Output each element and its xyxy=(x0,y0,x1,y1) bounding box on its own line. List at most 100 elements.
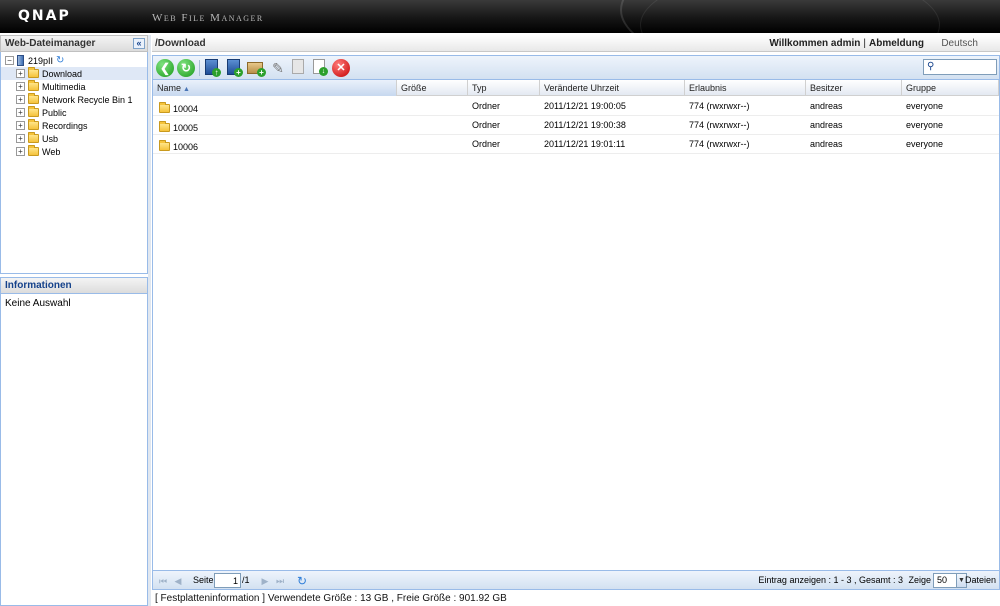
expand-toggle-icon[interactable]: + xyxy=(16,134,25,143)
column-header-label: Typ xyxy=(472,83,487,93)
pagination-bar: ⏮ ◀ Seite /1 ▶ ⏭ ↻ Eintrag anzeigen : 1 … xyxy=(152,570,1000,590)
refresh-icon[interactable]: ↻ xyxy=(297,574,307,588)
refresh-icon[interactable]: ↻ xyxy=(177,59,195,77)
tree-item-label: Download xyxy=(42,68,83,79)
files-label: Dateien xyxy=(964,575,996,585)
column-header-label: Erlaubnis xyxy=(689,83,727,93)
cell-name-label: 10006 xyxy=(173,141,199,152)
table-row[interactable]: 10005 Ordner 2011/12/21 19:00:38 774 (rw… xyxy=(153,116,999,135)
cell-name: 10004 xyxy=(155,97,395,116)
prev-page-icon[interactable]: ◀ xyxy=(172,575,184,587)
column-header-owner[interactable]: Besitzer xyxy=(806,80,902,96)
collapse-panel-button[interactable]: « xyxy=(133,38,145,49)
column-header-type[interactable]: Typ xyxy=(468,80,540,96)
cell-type: Ordner xyxy=(472,139,501,149)
logout-link[interactable]: Abmeldung xyxy=(869,38,924,49)
cell-name: 10005 xyxy=(155,116,395,135)
expand-toggle-icon[interactable]: + xyxy=(16,147,25,156)
cell-size xyxy=(397,97,468,116)
cell-modified: 2011/12/21 19:00:38 xyxy=(544,120,626,130)
tree-root-label: 219pII xyxy=(28,55,54,66)
cell-group: everyone xyxy=(906,139,944,149)
page-size-select[interactable]: 50 ▼ xyxy=(933,573,967,588)
cell-size xyxy=(397,135,468,154)
tree-item-download[interactable]: + Download xyxy=(1,67,147,80)
expand-toggle-icon[interactable]: + xyxy=(16,69,25,78)
cell-group: everyone xyxy=(906,120,944,130)
cell-permission: 774 (rwxrwxr--) xyxy=(689,101,750,111)
qnap-logo: QNAP xyxy=(18,8,71,24)
tree-item-recordings[interactable]: + Recordings xyxy=(1,119,147,132)
expand-toggle-icon[interactable]: + xyxy=(16,95,25,104)
expand-toggle-icon[interactable]: + xyxy=(16,108,25,117)
welcome-area: Willkommen admin | Abmeldung xyxy=(769,35,924,52)
table-row[interactable]: 10004 Ordner 2011/12/21 19:00:05 774 (rw… xyxy=(153,97,999,116)
folder-icon xyxy=(159,102,170,113)
info-panel-body: Keine Auswahl xyxy=(0,294,148,606)
column-header-permission[interactable]: Erlaubnis xyxy=(685,80,806,96)
column-header-label: Name xyxy=(157,83,182,93)
left-panel: Web-Dateimanager « − 219pII ↻ + Download… xyxy=(0,35,148,606)
tree-item-public[interactable]: + Public xyxy=(1,106,147,119)
info-panel-title: Informationen xyxy=(5,280,72,291)
page-total: /1 xyxy=(242,575,250,585)
folder-icon xyxy=(28,80,39,91)
cell-modified: 2011/12/21 19:00:05 xyxy=(544,101,626,111)
tree-root[interactable]: − 219pII ↻ xyxy=(1,54,147,67)
cell-group: everyone xyxy=(906,101,944,111)
tree-item-label: Recordings xyxy=(42,120,88,131)
table-row[interactable]: 10006 Ordner 2011/12/21 19:01:11 774 (rw… xyxy=(153,135,999,154)
cell-name: 10006 xyxy=(155,135,395,154)
cell-permission: 774 (rwxrwxr--) xyxy=(689,120,750,130)
last-page-icon[interactable]: ⏭ xyxy=(274,575,286,587)
current-path: /Download xyxy=(155,38,206,49)
panel-splitter[interactable] xyxy=(148,35,151,606)
header-decoration xyxy=(640,0,940,33)
tree-item-label: Public xyxy=(42,107,67,118)
toolbar-separator xyxy=(199,60,200,76)
expand-toggle-icon[interactable]: + xyxy=(16,82,25,91)
tree-panel-header: Web-Dateimanager « xyxy=(0,35,148,52)
column-header-modified[interactable]: Veränderte Uhrzeit xyxy=(540,80,685,96)
delete-icon[interactable]: ✕ xyxy=(332,59,350,77)
download-icon[interactable]: ↓ xyxy=(310,59,328,77)
server-icon xyxy=(17,55,24,66)
column-header-label: Besitzer xyxy=(810,83,843,93)
back-icon[interactable]: ❮ xyxy=(156,59,174,77)
app-header: QNAP Web File Manager xyxy=(0,0,1000,33)
next-page-icon[interactable]: ▶ xyxy=(259,575,271,587)
file-grid: Name ▲ Größe Typ Veränderte Uhrzeit Erlau… xyxy=(152,80,1000,570)
cell-owner: andreas xyxy=(810,139,843,149)
app-title: Web File Manager xyxy=(152,12,264,24)
collapse-toggle-icon[interactable]: − xyxy=(5,56,14,65)
page-size-label: Zeige xyxy=(908,575,931,585)
page-number-input[interactable] xyxy=(214,573,241,588)
cell-size xyxy=(397,116,468,135)
folder-icon xyxy=(28,93,39,104)
refresh-icon[interactable]: ↻ xyxy=(56,55,64,66)
search-icon: ⚲ xyxy=(927,61,935,72)
rename-icon[interactable]: ✎ xyxy=(269,59,287,77)
tree-item-web[interactable]: + Web xyxy=(1,145,147,158)
new-file-icon[interactable]: + xyxy=(225,59,243,77)
column-header-name[interactable]: Name ▲ xyxy=(153,80,397,96)
first-page-icon[interactable]: ⏮ xyxy=(157,575,169,587)
search-box[interactable]: ⚲ xyxy=(923,59,997,75)
tree-item-usb[interactable]: + Usb xyxy=(1,132,147,145)
expand-toggle-icon[interactable]: + xyxy=(16,121,25,130)
tree-item-network-recycle-bin[interactable]: + Network Recycle Bin 1 xyxy=(1,93,147,106)
column-header-group[interactable]: Gruppe xyxy=(902,80,999,96)
copy-icon[interactable] xyxy=(289,59,307,77)
grid-header: Name ▲ Größe Typ Veränderte Uhrzeit Erlau… xyxy=(153,80,999,96)
tree-item-multimedia[interactable]: + Multimedia xyxy=(1,80,147,93)
search-input[interactable] xyxy=(938,60,994,74)
language-selector[interactable]: Deutsch xyxy=(941,35,978,52)
cell-owner: andreas xyxy=(810,101,843,111)
upload-icon[interactable]: ↑ xyxy=(203,59,221,77)
folder-icon xyxy=(159,121,170,132)
cell-type: Ordner xyxy=(472,101,501,111)
new-folder-icon[interactable]: + xyxy=(247,59,266,77)
column-header-size[interactable]: Größe xyxy=(397,80,468,96)
disk-info-status: [ Festplatteninformation ] Verwendete Gr… xyxy=(152,591,1000,606)
page-size-value: 50 xyxy=(937,575,948,585)
